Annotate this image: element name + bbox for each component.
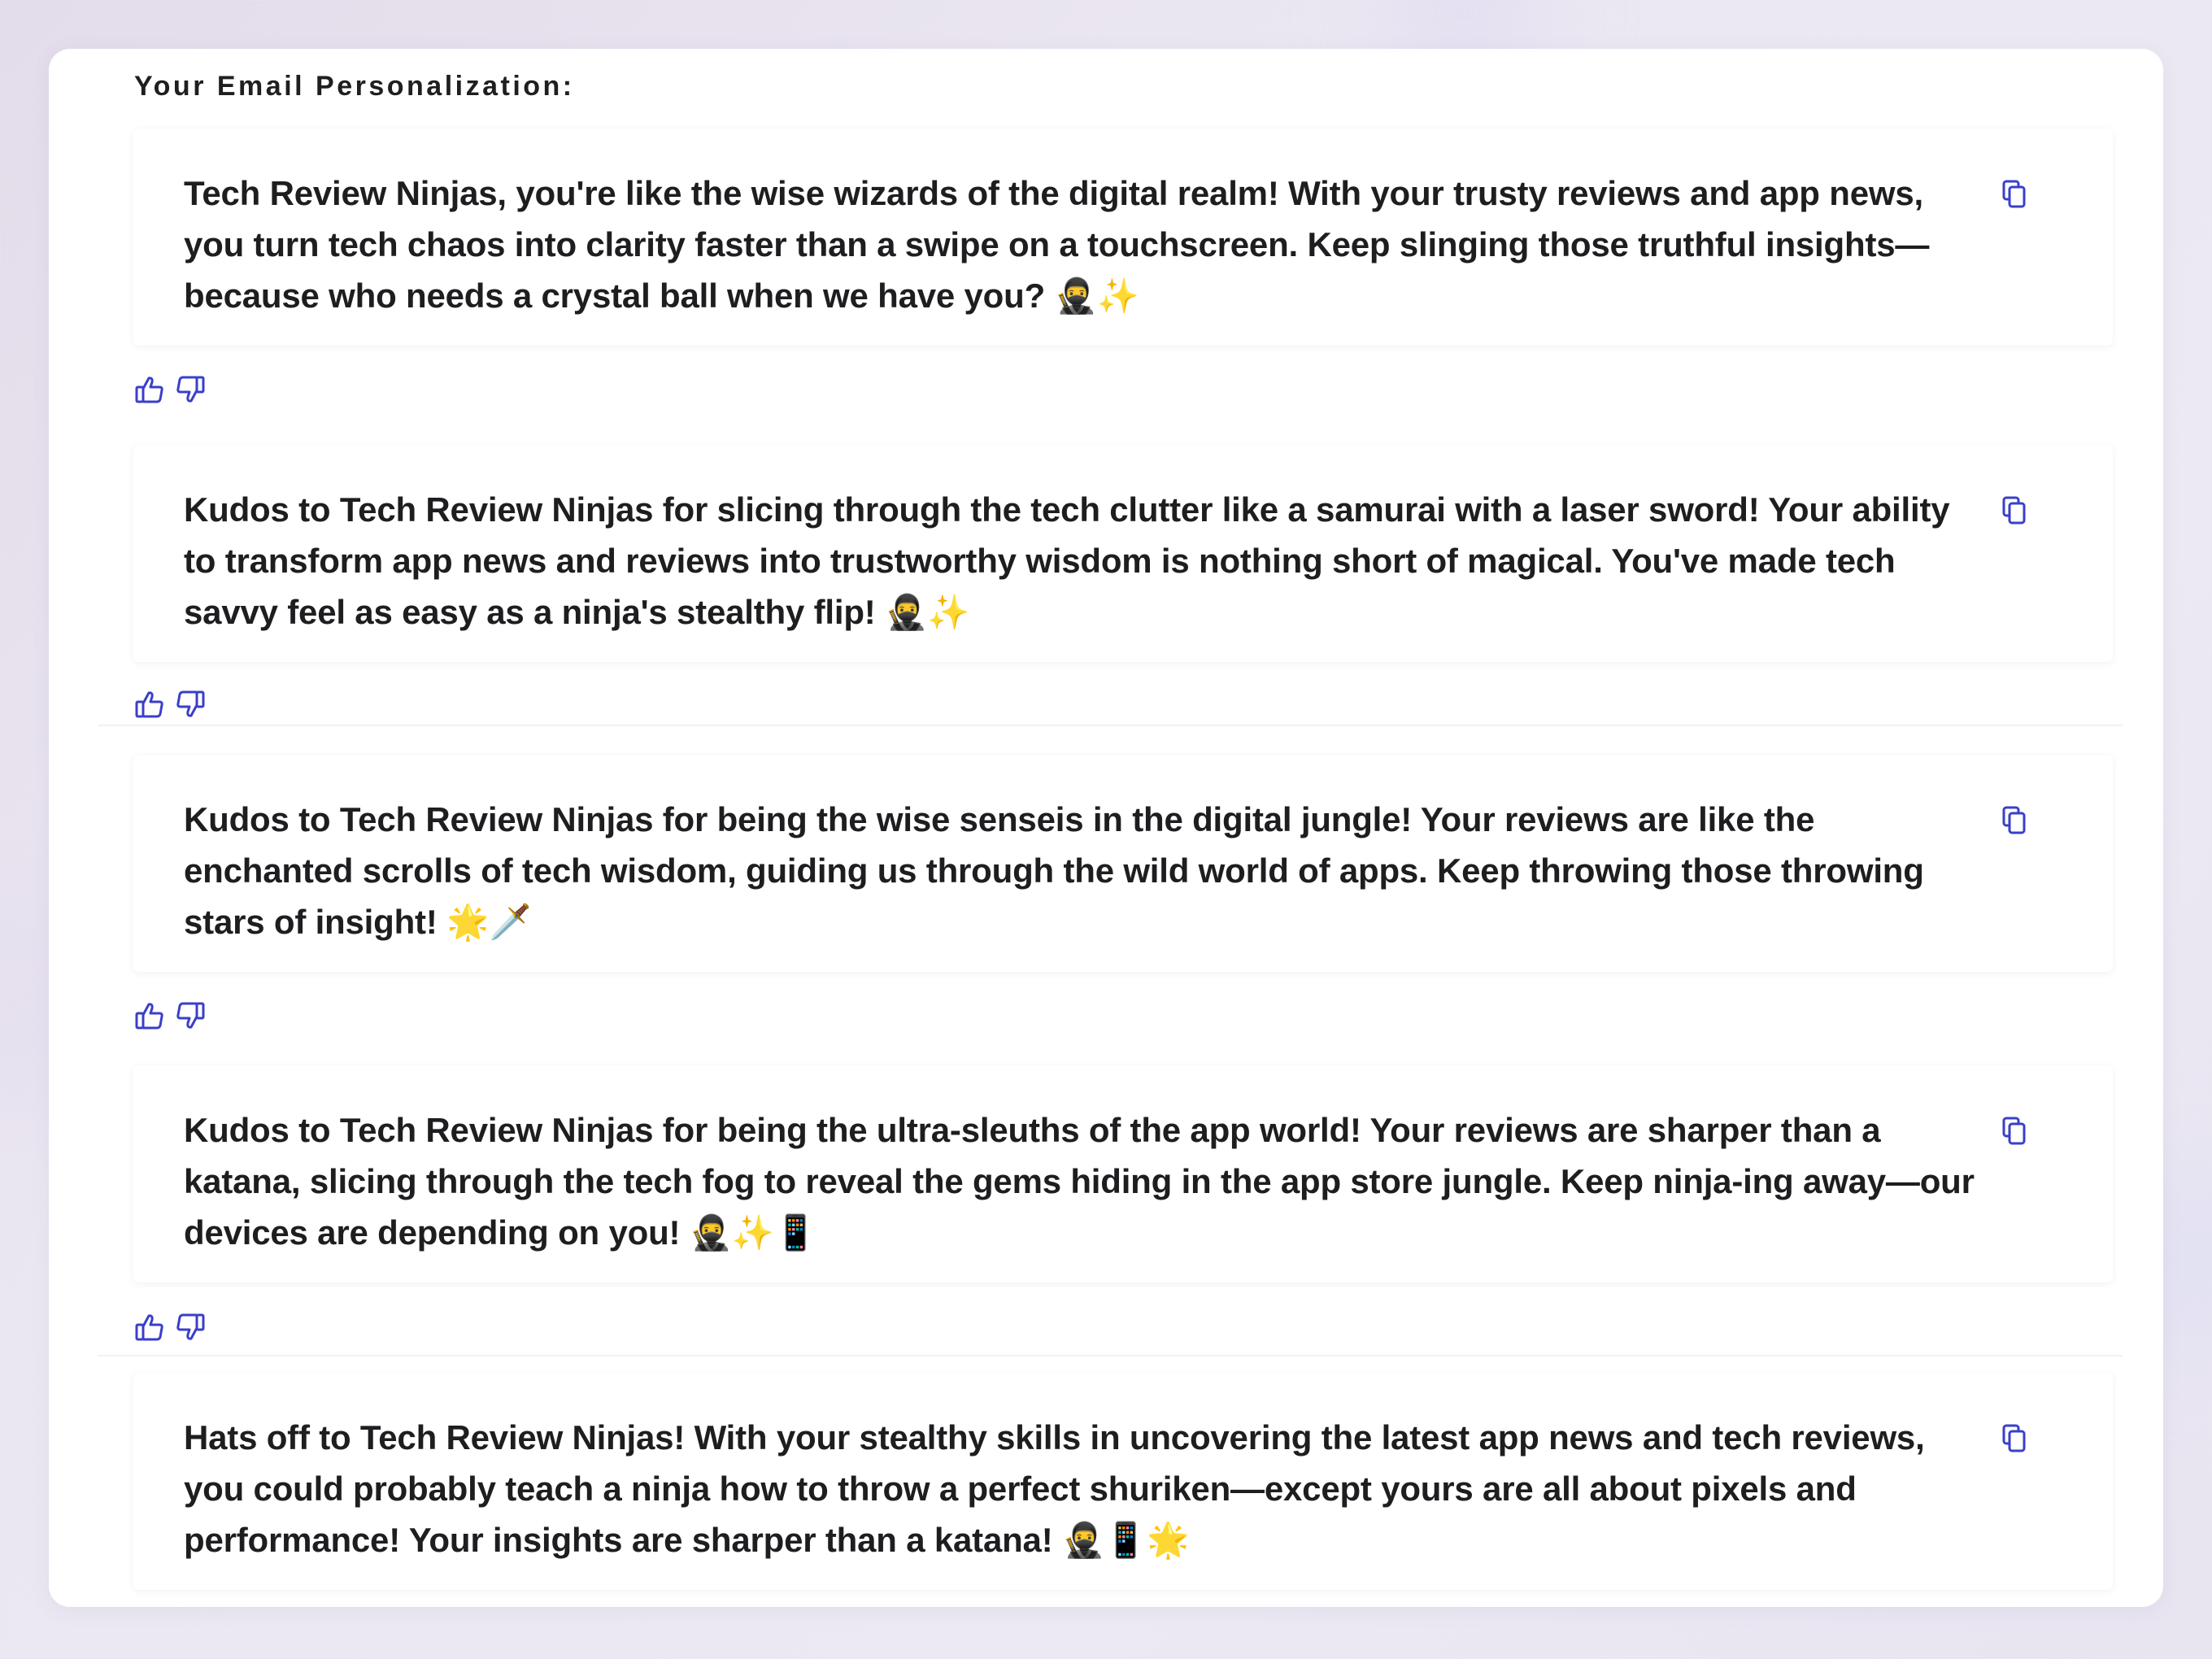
copy-icon	[2001, 495, 2028, 526]
copy-button[interactable]	[2001, 179, 2028, 210]
section-title: Your Email Personalization:	[134, 71, 575, 102]
copy-button[interactable]	[2001, 805, 2028, 836]
thumbs-up-button[interactable]	[133, 688, 166, 721]
copy-button[interactable]	[2001, 1116, 2028, 1147]
thumbs-down-button[interactable]	[174, 999, 207, 1032]
thumbs-up-icon	[133, 999, 166, 1032]
thumbs-down-icon	[174, 999, 207, 1032]
personalization-card: Hats off to Tech Review Ninjas! With you…	[133, 1373, 2113, 1590]
feedback-controls	[133, 688, 207, 721]
copy-icon	[2001, 1116, 2028, 1147]
feedback-controls	[133, 999, 207, 1032]
feedback-controls	[133, 373, 207, 406]
thumbs-down-icon	[174, 373, 207, 406]
divider	[98, 1355, 2123, 1356]
personalization-text: Kudos to Tech Review Ninjas for being th…	[184, 1111, 1975, 1252]
thumbs-down-button[interactable]	[174, 373, 207, 406]
thumbs-up-button[interactable]	[133, 999, 166, 1032]
personalization-text: Kudos to Tech Review Ninjas for slicing …	[184, 490, 1950, 631]
personalization-card: Tech Review Ninjas, you're like the wise…	[133, 128, 2113, 346]
thumbs-up-icon	[133, 373, 166, 406]
copy-button[interactable]	[2001, 495, 2028, 526]
thumbs-down-icon	[174, 688, 207, 721]
feedback-controls	[133, 1311, 207, 1343]
personalization-text: Tech Review Ninjas, you're like the wise…	[184, 174, 1930, 315]
personalization-card: Kudos to Tech Review Ninjas for slicing …	[133, 445, 2113, 662]
copy-icon	[2001, 1423, 2028, 1454]
personalization-text: Kudos to Tech Review Ninjas for being th…	[184, 800, 1924, 941]
personalization-panel: Your Email Personalization: Tech Review …	[49, 49, 2163, 1607]
divider	[98, 725, 2123, 726]
personalization-card: Kudos to Tech Review Ninjas for being th…	[133, 755, 2113, 972]
personalization-text: Hats off to Tech Review Ninjas! With you…	[184, 1418, 1925, 1559]
thumbs-down-button[interactable]	[174, 1311, 207, 1343]
thumbs-up-icon	[133, 1311, 166, 1343]
thumbs-down-button[interactable]	[174, 688, 207, 721]
thumbs-up-icon	[133, 688, 166, 721]
personalization-card: Kudos to Tech Review Ninjas for being th…	[133, 1065, 2113, 1282]
copy-button[interactable]	[2001, 1423, 2028, 1454]
thumbs-down-icon	[174, 1311, 207, 1343]
thumbs-up-button[interactable]	[133, 1311, 166, 1343]
copy-icon	[2001, 805, 2028, 836]
thumbs-up-button[interactable]	[133, 373, 166, 406]
copy-icon	[2001, 179, 2028, 210]
